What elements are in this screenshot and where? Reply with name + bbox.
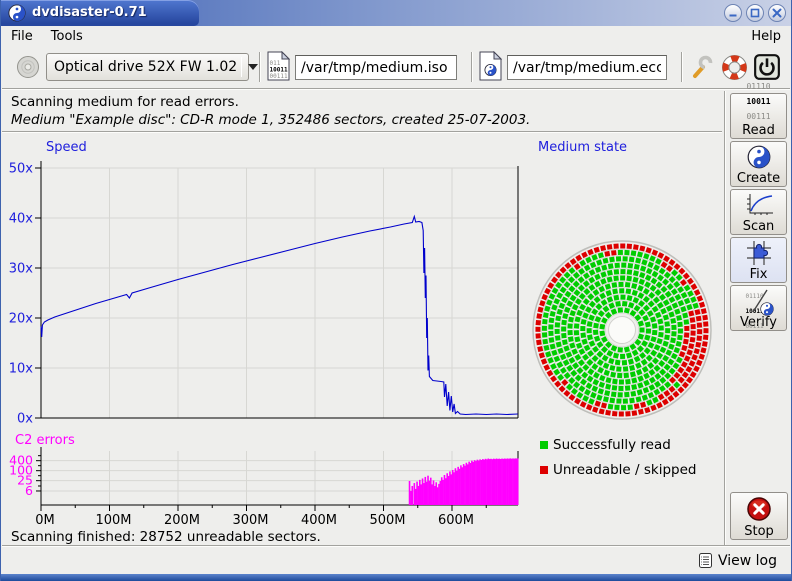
svg-text:100M: 100M	[95, 513, 131, 528]
verify-button[interactable]: 01110 10011 00111 Verify	[730, 285, 787, 331]
ecc-file-input[interactable]	[507, 55, 667, 80]
svg-text:20x: 20x	[9, 312, 34, 327]
lifesaver-icon	[721, 54, 748, 81]
svg-text:400M: 400M	[301, 513, 337, 528]
iso-file-input[interactable]	[295, 55, 457, 80]
menu-tools[interactable]: Tools	[42, 27, 92, 46]
svg-text:200M: 200M	[164, 513, 200, 528]
ecc-file-icon	[479, 51, 502, 81]
help-button[interactable]	[720, 52, 748, 82]
scan-button[interactable]: Scan	[730, 189, 787, 235]
chevron-down-icon	[248, 64, 258, 70]
titlebar[interactable]: dvdisaster-0.71	[1, 0, 791, 26]
menubar: File Tools Help	[2, 26, 790, 46]
view-log-button[interactable]: View log	[695, 551, 779, 570]
read-button[interactable]: 01110 10011 00111 Read	[730, 93, 787, 139]
svg-text:C2 errors: C2 errors	[15, 433, 75, 448]
status-line-medium: Medium "Example disc": CD-R mode 1, 3524…	[11, 112, 530, 128]
svg-text:30x: 30x	[9, 262, 34, 277]
maximize-button[interactable]	[746, 4, 764, 22]
svg-text:Speed: Speed	[46, 140, 87, 155]
scan-curve-icon	[744, 191, 774, 219]
svg-text:10x: 10x	[9, 362, 34, 377]
svg-text:400: 400	[9, 453, 33, 468]
log-notebook-icon	[697, 552, 714, 569]
footer-bar	[2, 547, 790, 574]
create-button-label: Create	[737, 171, 780, 186]
menu-file[interactable]: File	[2, 27, 42, 46]
menu-help[interactable]: Help	[742, 27, 790, 46]
preferences-button[interactable]	[688, 52, 716, 82]
wrench-icon	[689, 54, 715, 80]
svg-text:500M: 500M	[369, 513, 405, 528]
fix-button-label: Fix	[750, 267, 768, 282]
svg-text:0x: 0x	[17, 412, 33, 427]
cd-drive-icon	[16, 55, 40, 79]
svg-text:Successfully read: Successfully read	[553, 437, 671, 453]
status-line-action: Scanning medium for read errors.	[11, 94, 239, 110]
fix-puzzle-icon	[746, 239, 772, 267]
fix-button[interactable]: Fix	[730, 237, 787, 283]
close-button[interactable]	[768, 4, 786, 22]
app-yinyang-icon	[8, 4, 26, 22]
create-button[interactable]: Create	[730, 141, 787, 187]
iso-image-icon: 011 10011 00111	[267, 51, 290, 81]
toolbar-separator	[2, 88, 790, 90]
drive-selector-value: Optical drive 52X FW 1.02	[54, 59, 237, 75]
app-window: dvdisaster-0.71 File Tools Help Optical …	[0, 0, 792, 581]
scan-result-status: Scanning finished: 28752 unreadable sect…	[11, 529, 321, 545]
stop-button-label: Stop	[744, 524, 774, 539]
power-icon	[753, 53, 781, 81]
read-binary-icon: 01110 10011 00111	[746, 78, 770, 123]
svg-text:40x: 40x	[9, 212, 34, 227]
verify-icon: 01110 10011 00111	[745, 287, 773, 315]
svg-text:0M: 0M	[35, 513, 55, 528]
svg-text:300M: 300M	[232, 513, 268, 528]
create-yinyang-icon	[747, 143, 771, 171]
read-button-label: Read	[742, 123, 775, 138]
stop-button[interactable]: Stop	[730, 492, 788, 540]
svg-text:Unreadable / skipped: Unreadable / skipped	[553, 462, 696, 478]
minimize-button[interactable]	[724, 4, 742, 22]
svg-text:50x: 50x	[9, 162, 34, 177]
window-bottom-border	[1, 574, 792, 581]
view-log-label: View log	[718, 553, 777, 569]
svg-text:600M: 600M	[438, 513, 474, 528]
drive-selector-dropdown[interactable]: Optical drive 52X FW 1.02	[46, 53, 249, 81]
svg-text:Medium state: Medium state	[538, 140, 627, 155]
scan-button-label: Scan	[743, 219, 775, 234]
window-title: dvdisaster-0.71	[32, 5, 147, 20]
charts-canvas: 0x10x20x30x40x50xSpeedC2 errors625100400…	[2, 133, 723, 529]
stop-icon	[746, 494, 772, 524]
svg-text:00111: 00111	[270, 73, 288, 80]
